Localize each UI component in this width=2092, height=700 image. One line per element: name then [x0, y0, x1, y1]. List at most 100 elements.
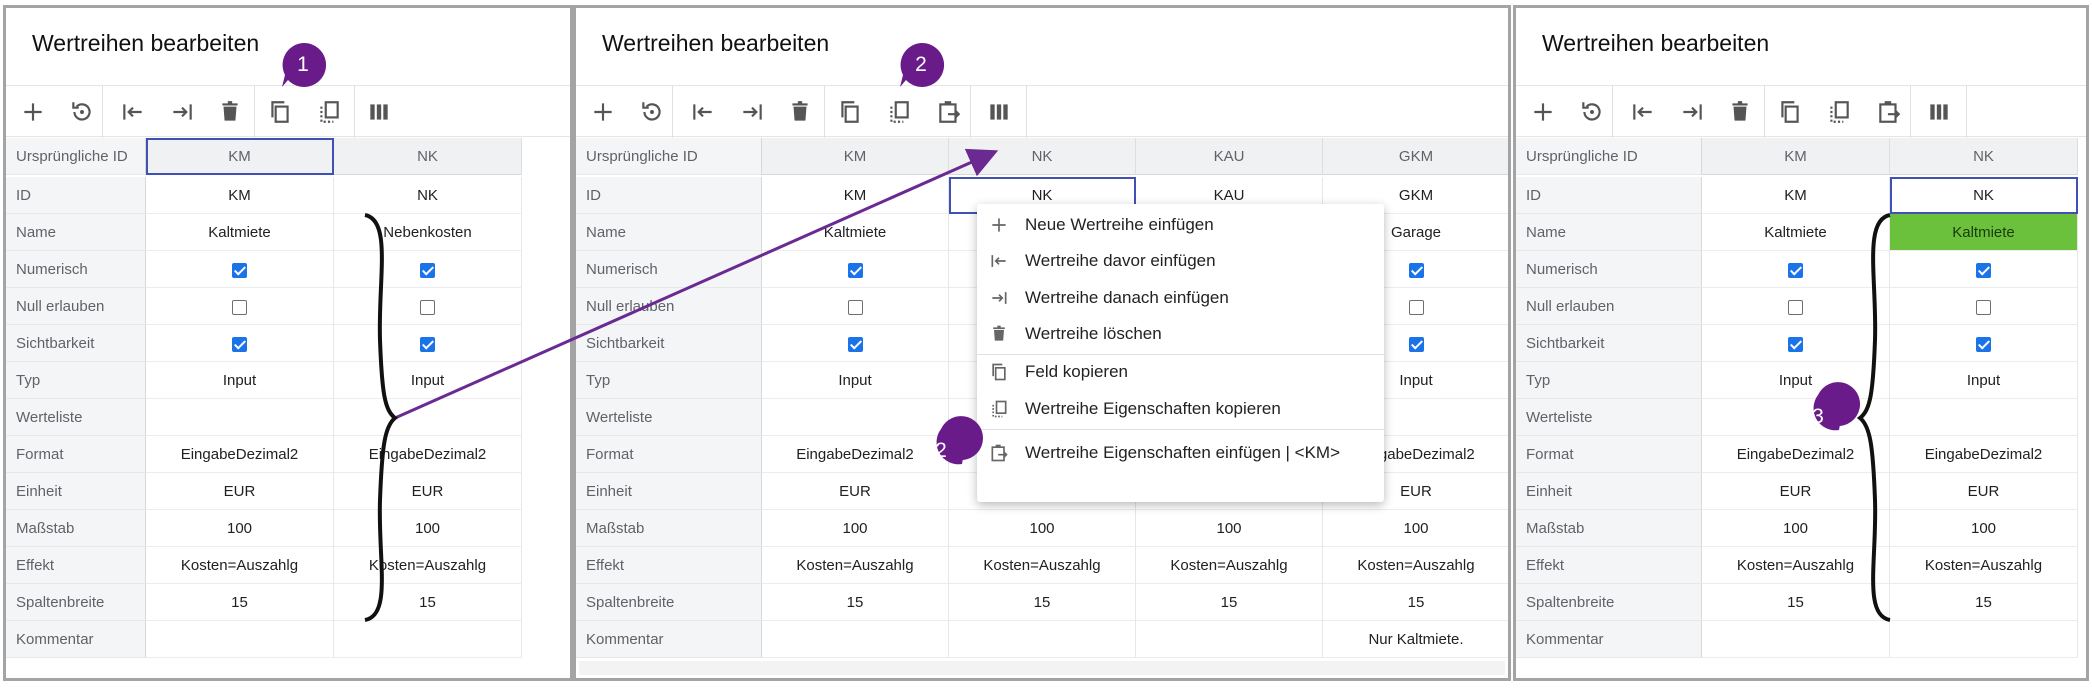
grid-cell[interactable]: EingabeDezimal2 — [1702, 436, 1890, 473]
grid-cell[interactable]: Kosten=Auszahlg — [1702, 547, 1890, 584]
checkbox[interactable] — [1408, 262, 1424, 278]
add-button[interactable] — [15, 94, 51, 130]
checkbox[interactable] — [847, 336, 863, 352]
copy-button[interactable] — [832, 94, 868, 130]
grid-cell[interactable]: 15 — [762, 584, 949, 621]
before-button[interactable] — [1625, 94, 1661, 130]
grid-cell[interactable]: EUR — [146, 473, 334, 510]
grid-cell[interactable]: EingabeDezimal2 — [1890, 436, 2078, 473]
column-header[interactable]: KAU — [1136, 138, 1323, 175]
grid-cell[interactable]: 100 — [1136, 510, 1323, 547]
column-header[interactable]: KM — [1702, 138, 1890, 175]
grid-cell[interactable] — [762, 288, 949, 325]
menu-item-paste-properties[interactable]: Wertreihe Eigenschaften einfügen | <KM> — [977, 436, 1384, 470]
grid-cell[interactable] — [146, 288, 334, 325]
trash-button[interactable] — [1722, 94, 1758, 130]
grid-cell[interactable]: NK — [334, 177, 522, 214]
cols-button[interactable] — [361, 94, 397, 130]
grid-cell[interactable] — [146, 251, 334, 288]
checkbox[interactable] — [232, 262, 247, 278]
grid-cell[interactable] — [1890, 325, 2078, 362]
paste-button[interactable] — [1871, 94, 1907, 130]
cols-button[interactable] — [981, 94, 1017, 130]
checkbox[interactable] — [847, 299, 863, 315]
grid-cell[interactable]: Kaltmiete — [762, 214, 949, 251]
add-button[interactable] — [1525, 94, 1561, 130]
checkbox[interactable] — [232, 299, 247, 315]
checkbox[interactable] — [1408, 299, 1424, 315]
grid-cell[interactable]: Input — [1890, 362, 2078, 399]
menu-item-insert-before[interactable]: Wertreihe davor einfügen — [977, 244, 1384, 278]
add-button[interactable] — [585, 94, 621, 130]
copy-button[interactable] — [262, 94, 298, 130]
grid-cell[interactable]: Nur Kaltmiete. — [1323, 621, 1508, 658]
copyprops-button[interactable] — [881, 94, 917, 130]
grid-cell[interactable]: Kosten=Auszahlg — [762, 547, 949, 584]
grid-cell[interactable] — [146, 399, 334, 436]
grid-cell[interactable] — [1136, 621, 1323, 658]
grid-cell[interactable] — [334, 621, 522, 658]
grid-cell[interactable] — [334, 251, 522, 288]
grid-cell[interactable] — [146, 621, 334, 658]
checkbox[interactable] — [1976, 336, 1991, 352]
grid-cell[interactable]: Input — [334, 362, 522, 399]
grid-cell[interactable]: KM — [762, 177, 949, 214]
grid-cell[interactable]: EUR — [762, 473, 949, 510]
grid-cell[interactable]: Kosten=Auszahlg — [1890, 547, 2078, 584]
grid-cell[interactable]: Nebenkosten — [334, 214, 522, 251]
grid-cell[interactable] — [334, 288, 522, 325]
checkbox[interactable] — [232, 336, 247, 352]
grid-cell[interactable] — [762, 251, 949, 288]
grid-cell[interactable] — [334, 325, 522, 362]
grid-cell[interactable]: Kosten=Auszahlg — [1136, 547, 1323, 584]
grid-cell[interactable]: Kosten=Auszahlg — [146, 547, 334, 584]
grid-cell[interactable] — [1702, 621, 1890, 658]
grid-cell[interactable]: 15 — [334, 584, 522, 621]
grid-cell[interactable] — [1702, 251, 1890, 288]
grid-cell[interactable] — [1890, 399, 2078, 436]
grid-cell[interactable] — [1890, 288, 2078, 325]
grid-cell[interactable]: 100 — [1323, 510, 1508, 547]
grid-cell[interactable]: Input — [762, 362, 949, 399]
grid-cell[interactable]: EUR — [1702, 473, 1890, 510]
grid-cell[interactable]: 100 — [334, 510, 522, 547]
checkbox[interactable] — [1788, 336, 1803, 352]
trash-button[interactable] — [782, 94, 818, 130]
checkbox[interactable] — [420, 262, 435, 278]
grid-cell[interactable]: 15 — [1702, 584, 1890, 621]
menu-item-delete-series[interactable]: Wertreihe löschen — [977, 317, 1384, 351]
checkbox[interactable] — [1788, 262, 1803, 278]
grid-cell[interactable]: 100 — [949, 510, 1136, 547]
menu-item-new-series[interactable]: Neue Wertreihe einfügen — [977, 208, 1384, 242]
before-button[interactable] — [685, 94, 721, 130]
column-header[interactable]: NK — [1890, 138, 2078, 175]
checkbox[interactable] — [1408, 336, 1424, 352]
grid-cell[interactable]: 15 — [1890, 584, 2078, 621]
grid-cell[interactable]: Kosten=Auszahlg — [1323, 547, 1508, 584]
grid-cell[interactable]: Input — [146, 362, 334, 399]
column-header[interactable]: NK — [334, 138, 522, 175]
grid-cell[interactable]: KM — [1702, 177, 1890, 214]
grid-cell[interactable]: 15 — [1136, 584, 1323, 621]
revert-button[interactable] — [64, 94, 100, 130]
grid-cell[interactable]: 100 — [1702, 510, 1890, 547]
after-button[interactable] — [164, 94, 200, 130]
grid-cell[interactable]: 15 — [949, 584, 1136, 621]
checkbox[interactable] — [1976, 262, 1991, 278]
cols-button[interactable] — [1921, 94, 1957, 130]
column-header[interactable]: NK — [949, 138, 1136, 175]
grid-cell[interactable]: EingabeDezimal2 — [334, 436, 522, 473]
grid-cell[interactable]: 100 — [1890, 510, 2078, 547]
checkbox[interactable] — [420, 299, 435, 315]
column-header[interactable]: KM — [762, 138, 949, 175]
copy-button[interactable] — [1772, 94, 1808, 130]
paste-button[interactable] — [931, 94, 967, 130]
trash-button[interactable] — [212, 94, 248, 130]
horizontal-scrollbar[interactable] — [579, 661, 1505, 675]
grid-cell[interactable]: Kaltmiete — [1890, 214, 2078, 251]
column-header[interactable]: KM — [146, 138, 334, 175]
column-header[interactable]: GKM — [1323, 138, 1508, 175]
menu-item-insert-after[interactable]: Wertreihe danach einfügen — [977, 281, 1384, 315]
grid-cell[interactable]: 15 — [1323, 584, 1508, 621]
revert-button[interactable] — [1574, 94, 1610, 130]
